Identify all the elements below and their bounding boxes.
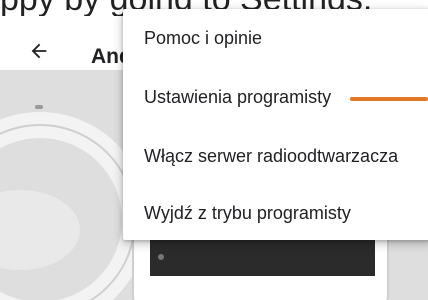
menu-item-quit-developer-mode[interactable]: Wyjdź z trybu programisty	[123, 184, 428, 241]
menu-item-label: Włącz serwer radioodtwarzacza	[144, 146, 399, 166]
menu-item-label: Pomoc i opinie	[144, 28, 263, 48]
overflow-menu: Pomoc i opinie Ustawienia programisty Wł…	[123, 9, 428, 240]
annotation-arrow	[350, 97, 428, 101]
menu-item-help-feedback[interactable]: Pomoc i opinie	[123, 9, 428, 66]
menu-item-start-head-unit-server[interactable]: Włącz serwer radioodtwarzacza	[123, 127, 428, 184]
arrow-left-icon[interactable]	[28, 40, 50, 62]
menu-item-label: Wyjdź z trybu programisty	[144, 203, 351, 223]
menu-item-label: Ustawienia programisty	[144, 87, 332, 107]
